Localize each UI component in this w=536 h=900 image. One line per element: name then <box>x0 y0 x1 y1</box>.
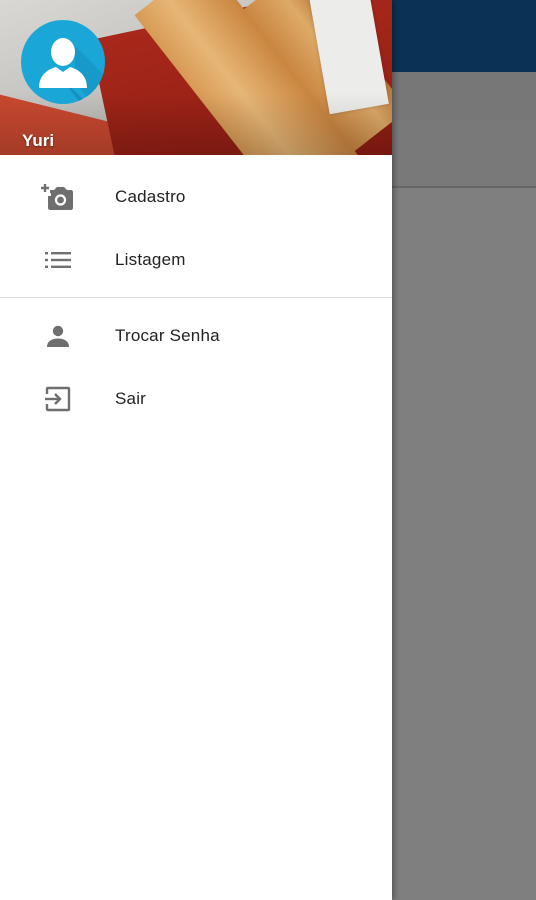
avatar[interactable] <box>21 20 105 104</box>
menu-label: Sair <box>115 388 147 408</box>
drawer-header: Yuri <box>0 0 392 155</box>
menu-label: Cadastro <box>115 186 186 206</box>
person-silhouette-icon <box>39 38 105 104</box>
add-a-photo-icon <box>40 179 76 215</box>
drawer-menu: Cadastro Listagem Trocar Senha Sair <box>0 155 392 430</box>
menu-item-trocar-senha[interactable]: Trocar Senha <box>0 304 392 367</box>
menu-item-listagem[interactable]: Listagem <box>0 228 392 291</box>
menu-item-cadastro[interactable]: Cadastro <box>0 165 392 228</box>
menu-divider <box>0 297 392 298</box>
menu-item-sair[interactable]: Sair <box>0 367 392 430</box>
screen: Yuri Cadastro Listagem Trocar Senha Sair <box>0 0 536 900</box>
user-name: Yuri <box>22 131 55 150</box>
menu-label: Trocar Senha <box>115 325 220 345</box>
exit-icon <box>40 381 76 417</box>
person-icon <box>40 318 76 354</box>
navigation-drawer: Yuri Cadastro Listagem Trocar Senha Sair <box>0 0 392 900</box>
menu-label: Listagem <box>115 249 186 269</box>
list-icon <box>40 242 76 278</box>
